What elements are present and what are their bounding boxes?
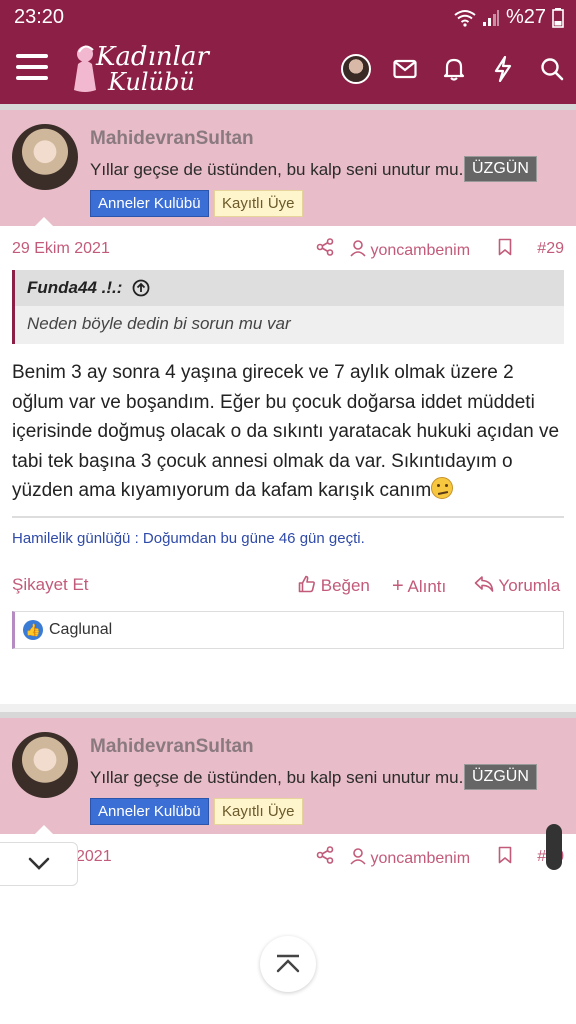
thumbs-up-icon <box>298 575 315 592</box>
user-avatar[interactable] <box>12 124 78 190</box>
user-title: Yıllar geçse de üstünden, bu kalp seni u… <box>90 160 469 179</box>
thread-content: MahidevranSultan Yıllar geçse de üstünde… <box>0 104 576 1024</box>
top-navbar: Kadınlar Kulübü <box>0 34 576 104</box>
site-logo[interactable]: Kadınlar Kulübü <box>70 40 210 98</box>
search-icon[interactable] <box>527 34 576 104</box>
quote-block: Funda44 .!.: Neden böyle dedin bi sorun … <box>12 270 564 344</box>
menu-icon[interactable] <box>16 54 48 82</box>
logo-text-line2: Kulübü <box>108 68 195 96</box>
role-badge: Kayıtlı Üye <box>214 798 303 825</box>
scroll-to-top-button[interactable] <box>260 936 316 992</box>
bell-icon[interactable] <box>429 34 478 104</box>
battery-icon <box>552 7 564 28</box>
fast-scroll-handle[interactable] <box>546 824 562 870</box>
post-meta: 2021 yoncambenim #30 <box>0 834 576 878</box>
plus-icon: + <box>392 574 404 597</box>
post-header: MahidevranSultan Yıllar geçse de üstünde… <box>0 104 576 227</box>
signal-icon <box>482 9 499 26</box>
post-username[interactable]: MahidevranSultan <box>90 736 254 758</box>
reply-icon <box>474 575 494 592</box>
user-icon <box>350 240 366 257</box>
quote-text: Neden böyle dedin bi sorun mu var <box>27 314 291 333</box>
like-button[interactable]: Beğen <box>298 575 370 596</box>
reply-button[interactable]: Yorumla <box>474 575 560 596</box>
confused-face-emoji-icon <box>431 477 454 499</box>
signature[interactable]: Hamilelik günlüğü : Doğumdan bu güne 46 … <box>0 518 576 559</box>
quote-author[interactable]: Funda44 .!.: <box>27 278 122 298</box>
user-avatar[interactable] <box>12 732 78 798</box>
post-username[interactable]: MahidevranSultan <box>90 128 254 150</box>
chevron-up-bar-icon <box>276 954 300 973</box>
user-icon <box>350 848 366 865</box>
post-header: MahidevranSultan Yıllar geçse de üstünde… <box>0 712 576 835</box>
status-time: 23:20 <box>14 6 65 28</box>
user-title: Yıllar geçse de üstünden, bu kalp seni u… <box>90 768 469 787</box>
like-reaction-icon: 👍 <box>23 619 43 640</box>
bookmark-icon[interactable] <box>498 238 512 261</box>
post-30: MahidevranSultan Yıllar geçse de üstünde… <box>0 712 576 892</box>
mood-badge: ÜZGÜN <box>464 156 537 182</box>
post-author-link[interactable]: yoncambenim <box>350 240 470 260</box>
battery-text: %27 <box>505 6 546 28</box>
role-badge: Kayıtlı Üye <box>214 190 303 217</box>
mail-icon[interactable] <box>380 34 429 104</box>
post-date[interactable]: 29 Ekim 2021 <box>12 240 110 258</box>
status-bar: 23:20 %27 <box>0 0 576 34</box>
share-icon[interactable] <box>316 846 334 869</box>
post-date[interactable]: 2021 <box>76 848 112 866</box>
account-avatar[interactable] <box>331 34 380 104</box>
quote-button[interactable]: + Alıntı <box>392 575 446 598</box>
lightning-icon[interactable] <box>478 34 527 104</box>
post-29: MahidevranSultan Yıllar geçse de üstünde… <box>0 104 576 704</box>
report-button[interactable]: Şikayet Et <box>12 575 89 595</box>
post-body: Benim 3 ay sonra 4 yaşına girecek ve 7 a… <box>12 362 560 501</box>
post-number[interactable]: #29 <box>537 240 564 258</box>
post-author-link[interactable]: yoncambenim <box>350 848 470 868</box>
group-badge: Anneler Kulübü <box>90 798 209 825</box>
arrow-up-circle-icon[interactable] <box>132 279 150 297</box>
bookmark-icon[interactable] <box>498 846 512 869</box>
chevron-down-icon <box>28 857 49 870</box>
post-actions: Şikayet Et Beğen + Alıntı Yorumla <box>0 559 576 611</box>
wifi-icon <box>454 9 476 27</box>
group-badge: Anneler Kulübü <box>90 190 209 217</box>
scroll-down-button[interactable] <box>0 842 78 886</box>
mood-badge: ÜZGÜN <box>464 764 537 790</box>
share-icon[interactable] <box>316 238 334 261</box>
likes-bar: 👍 Caglunal <box>12 610 564 649</box>
post-meta: 29 Ekim 2021 yoncambenim #29 <box>0 226 576 270</box>
liked-by-user[interactable]: Caglunal <box>49 621 112 639</box>
